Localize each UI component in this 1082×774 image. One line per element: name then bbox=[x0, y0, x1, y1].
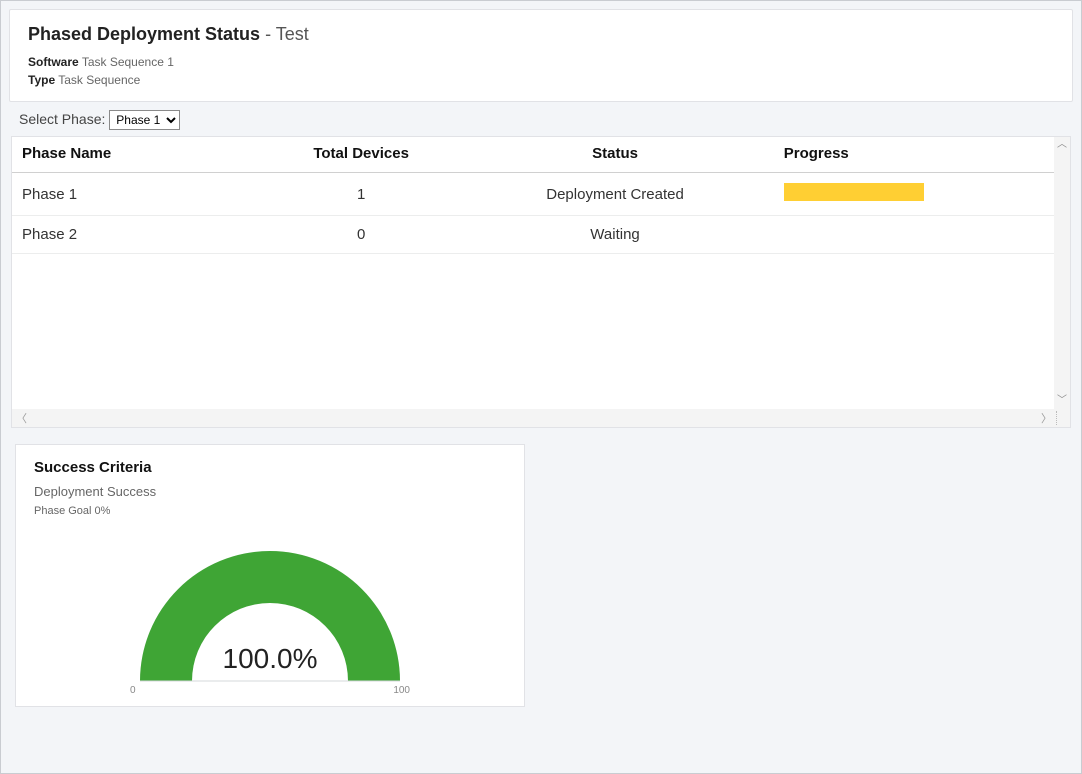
success-criteria-panel: Success Criteria Deployment Success Phas… bbox=[15, 444, 525, 707]
phase-table-scroll: Phase Name Total Devices Status Progress… bbox=[12, 137, 1070, 409]
cell-total-devices: 0 bbox=[266, 216, 456, 254]
phase-select-row: Select Phase: Phase 1Phase 2 bbox=[9, 102, 1073, 136]
progress-bar bbox=[784, 183, 924, 201]
title-main: Phased Deployment Status bbox=[28, 24, 260, 44]
type-value: Task Sequence bbox=[58, 73, 140, 87]
col-phase-name[interactable]: Phase Name bbox=[12, 137, 266, 173]
table-header-row: Phase Name Total Devices Status Progress bbox=[12, 137, 1070, 173]
phase-table-area: Phase Name Total Devices Status Progress… bbox=[11, 136, 1071, 428]
software-value: Task Sequence 1 bbox=[82, 55, 174, 69]
software-label: Software bbox=[28, 55, 79, 69]
table-row[interactable]: Phase 11Deployment Created bbox=[12, 173, 1070, 216]
criteria-subtitle: Deployment Success bbox=[34, 484, 506, 499]
cell-total-devices: 1 bbox=[266, 173, 456, 216]
type-row: Type Task Sequence bbox=[28, 73, 1054, 87]
type-label: Type bbox=[28, 73, 55, 87]
gauge-value-label: 100.0% bbox=[34, 643, 506, 675]
table-row[interactable]: Phase 20Waiting bbox=[12, 216, 1070, 254]
cell-progress bbox=[774, 216, 1070, 254]
col-status[interactable]: Status bbox=[456, 137, 773, 173]
page-title: Phased Deployment Status - Test bbox=[28, 24, 1054, 45]
phase-table: Phase Name Total Devices Status Progress… bbox=[12, 137, 1070, 254]
scrollbar-grip[interactable] bbox=[1056, 411, 1066, 425]
criteria-goal: Phase Goal 0% bbox=[34, 505, 506, 517]
scroll-down-icon[interactable]: ﹀ bbox=[1054, 393, 1070, 409]
vertical-scrollbar[interactable]: ︿ ﹀ bbox=[1054, 137, 1070, 409]
horizontal-scrollbar[interactable]: 〈 〉 bbox=[12, 409, 1070, 427]
scroll-up-icon[interactable]: ︿ bbox=[1054, 137, 1070, 153]
criteria-title: Success Criteria bbox=[34, 459, 506, 476]
scroll-left-icon[interactable]: 〈 bbox=[16, 410, 27, 426]
cell-progress bbox=[774, 173, 1070, 216]
deployment-status-dashboard: Phased Deployment Status - Test Software… bbox=[0, 0, 1082, 774]
cell-status: Deployment Created bbox=[456, 173, 773, 216]
cell-phase-name: Phase 2 bbox=[12, 216, 266, 254]
phase-select-label: Select Phase: bbox=[19, 111, 105, 127]
gauge-chart: 100.0% bbox=[34, 521, 506, 691]
col-progress[interactable]: Progress bbox=[774, 137, 1070, 173]
header-panel: Phased Deployment Status - Test Software… bbox=[9, 9, 1073, 102]
software-row: Software Task Sequence 1 bbox=[28, 55, 1054, 69]
scroll-right-icon[interactable]: 〉 bbox=[1041, 410, 1052, 426]
cell-phase-name: Phase 1 bbox=[12, 173, 266, 216]
phase-select[interactable]: Phase 1Phase 2 bbox=[109, 110, 180, 130]
title-suffix: - Test bbox=[260, 24, 309, 44]
cell-status: Waiting bbox=[456, 216, 773, 254]
col-total-devices[interactable]: Total Devices bbox=[266, 137, 456, 173]
